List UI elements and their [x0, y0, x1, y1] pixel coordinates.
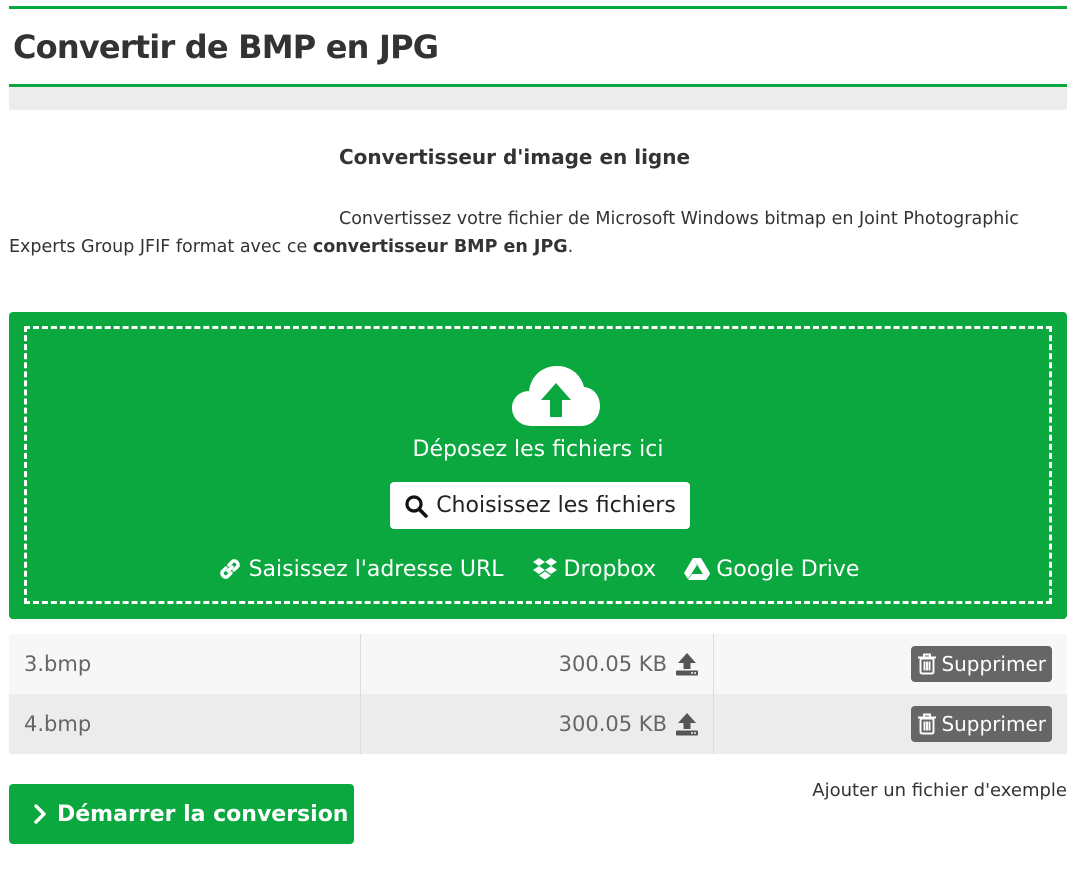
trash-icon [918, 653, 937, 675]
dropzone-dashed-border: Déposez les fichiers ici Choisissez les … [24, 326, 1052, 604]
file-size: 300.05 KB [558, 652, 667, 676]
intro-text-bold: convertisseur BMP en JPG [312, 237, 568, 257]
file-action-cell: Supprimer [714, 694, 1067, 754]
cloud-upload-icon [512, 366, 600, 426]
dropbox-icon [532, 558, 557, 580]
delete-file-label: Supprimer [941, 652, 1046, 676]
intro-text: Convertissez votre fichier de Microsoft … [9, 205, 1049, 261]
link-icon [219, 559, 240, 579]
file-size-cell: 300.05 KB [361, 694, 714, 754]
file-row: 3.bmp 300.05 KB Supprimer [9, 634, 1067, 694]
file-size: 300.05 KB [558, 712, 667, 736]
add-sample-file-link[interactable]: Ajouter un fichier d'exemple [812, 780, 1067, 801]
file-name: 4.bmp [9, 694, 361, 754]
page-title: Convertir de BMP en JPG [13, 28, 439, 66]
google-drive-source-label: Google Drive [716, 556, 860, 582]
dropbox-source-link[interactable]: Dropbox [532, 556, 657, 582]
google-drive-icon [684, 558, 711, 580]
choose-files-button[interactable]: Choisissez les fichiers [390, 482, 690, 529]
drop-files-text: Déposez les fichiers ici [412, 437, 664, 462]
google-drive-source-link[interactable]: Google Drive [684, 556, 859, 582]
file-dropzone[interactable]: Déposez les fichiers ici Choisissez les … [9, 312, 1067, 619]
delete-file-button[interactable]: Supprimer [911, 706, 1052, 742]
trash-icon [918, 713, 937, 735]
intro-heading: Convertisseur d'image en ligne [339, 145, 691, 169]
start-conversion-label: Démarrer la conversion [57, 801, 349, 827]
file-row: 4.bmp 300.05 KB Supprimer [9, 694, 1067, 754]
delete-file-button[interactable]: Supprimer [911, 646, 1052, 682]
chevron-right-icon [34, 804, 46, 824]
file-size-cell: 300.05 KB [361, 634, 714, 694]
file-name: 3.bmp [9, 634, 361, 694]
upload-icon [676, 653, 698, 676]
title-divider-strip [9, 87, 1067, 110]
delete-file-label: Supprimer [941, 712, 1046, 736]
choose-files-label: Choisissez les fichiers [436, 493, 676, 518]
dropbox-source-label: Dropbox [563, 556, 657, 582]
url-source-label: Saisissez l'adresse URL [248, 556, 504, 582]
file-list: 3.bmp 300.05 KB Supprimer 4.bmp 300.05 K… [9, 634, 1067, 754]
title-bar: Convertir de BMP en JPG [9, 6, 1067, 87]
upload-sources: Saisissez l'adresse URL Dropbox Google D… [27, 556, 1049, 582]
intro-text-end: . [567, 237, 574, 257]
url-source-link[interactable]: Saisissez l'adresse URL [217, 556, 504, 582]
upload-icon [676, 713, 698, 736]
search-icon [405, 494, 428, 518]
start-conversion-button[interactable]: Démarrer la conversion [9, 784, 354, 844]
file-action-cell: Supprimer [714, 634, 1067, 694]
